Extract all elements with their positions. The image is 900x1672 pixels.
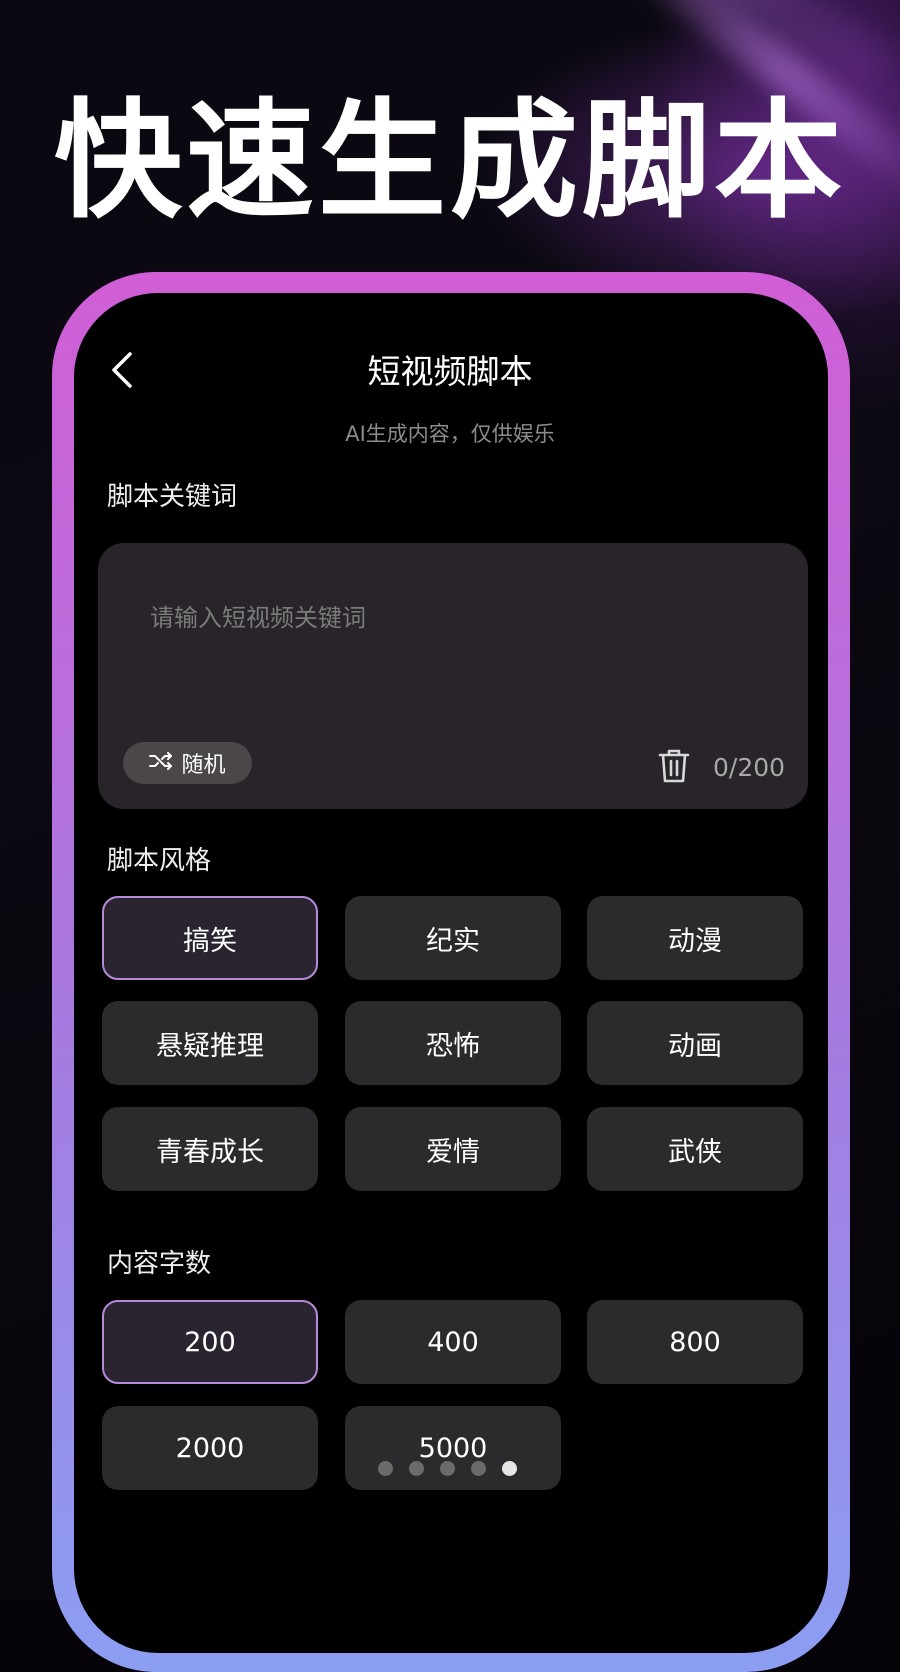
trash-icon[interactable] [657, 748, 691, 784]
shuffle-icon [149, 751, 173, 776]
word-count-section-label: 内容字数 [107, 1249, 212, 1279]
random-button-label: 随机 [181, 753, 226, 778]
style-option-horror[interactable]: 恐怖 [345, 1001, 561, 1085]
word-count-option-5000[interactable]: 5000 [345, 1406, 561, 1490]
word-count-option-800[interactable]: 800 [587, 1300, 803, 1384]
screen-title: 短视频脚本 [367, 352, 533, 391]
page-indicator [378, 1461, 517, 1476]
word-count-option-2000[interactable]: 2000 [102, 1406, 318, 1490]
page-dot-active[interactable] [502, 1461, 517, 1476]
style-option-youth[interactable]: 青春成长 [102, 1107, 318, 1191]
keywords-section-label: 脚本关键词 [107, 482, 238, 512]
ai-disclaimer: AI生成内容，仅供娱乐 [345, 422, 555, 446]
page-dot[interactable] [471, 1461, 486, 1476]
style-option-mystery[interactable]: 悬疑推理 [102, 1001, 318, 1085]
word-count-option-400[interactable]: 400 [345, 1300, 561, 1384]
word-count-option-200[interactable]: 200 [102, 1300, 318, 1384]
page-dot[interactable] [378, 1461, 393, 1476]
style-option-martial-arts[interactable]: 武侠 [587, 1107, 803, 1191]
keyword-input[interactable] [150, 598, 710, 638]
promo-headline: 快速生成脚本 [53, 87, 846, 236]
style-option-animation[interactable]: 动画 [587, 1001, 803, 1085]
style-option-documentary[interactable]: 纪实 [345, 896, 561, 980]
style-section-label: 脚本风格 [107, 846, 212, 876]
style-option-anime[interactable]: 动漫 [587, 896, 803, 980]
page-dot[interactable] [440, 1461, 455, 1476]
style-option-comedy[interactable]: 搞笑 [102, 896, 318, 980]
page-dot[interactable] [409, 1461, 424, 1476]
character-counter: 0/200 [713, 753, 786, 782]
random-button[interactable]: 随机 [123, 742, 252, 784]
style-option-romance[interactable]: 爱情 [345, 1107, 561, 1191]
